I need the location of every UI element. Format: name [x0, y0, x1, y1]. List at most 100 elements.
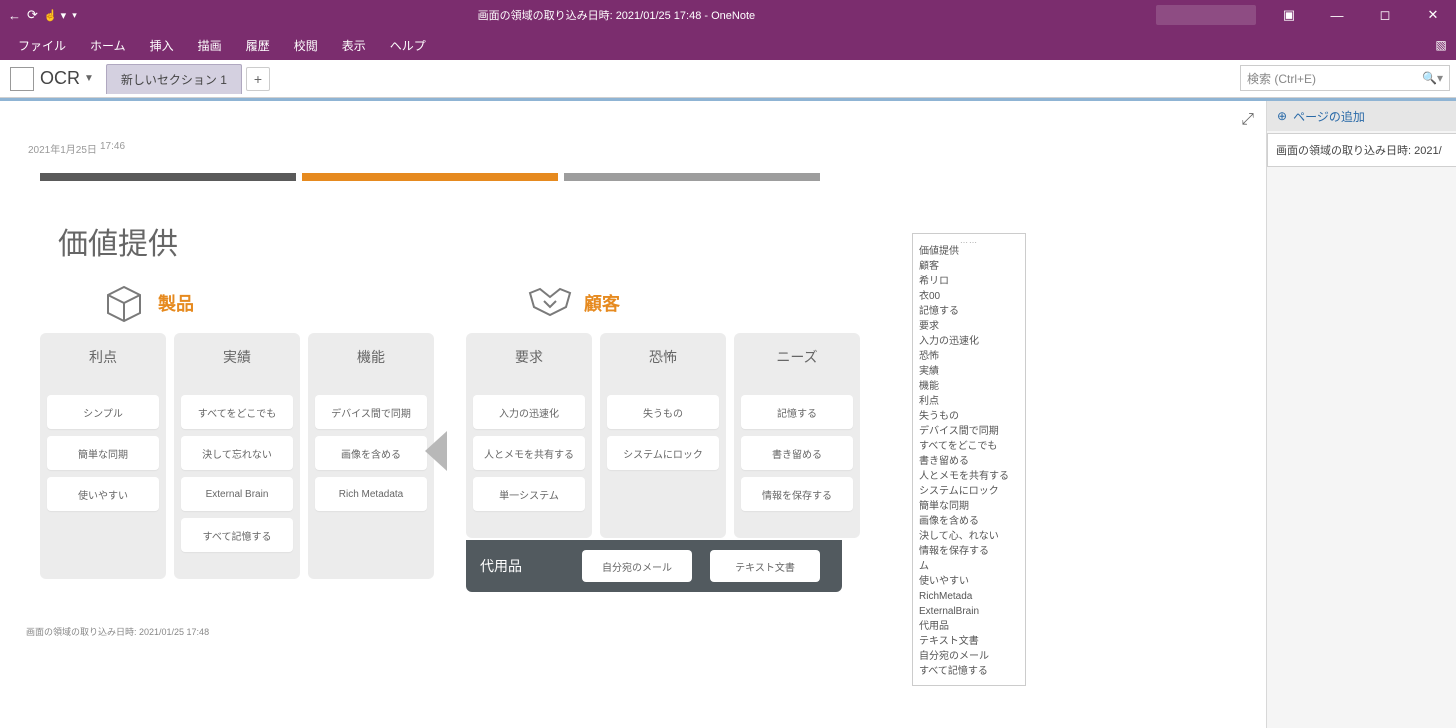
- chip: システムにロック: [607, 436, 719, 470]
- page-list-item[interactable]: 画面の領域の取り込み日時: 2021/: [1267, 133, 1456, 167]
- col-title: ニーズ: [776, 347, 817, 367]
- chip: すべて記憶する: [181, 518, 293, 552]
- search-input[interactable]: 検索 (Ctrl+E) 🔍▾: [1240, 65, 1450, 91]
- ocr-line[interactable]: デバイス間で同期: [919, 424, 1019, 439]
- search-icon: 🔍▾: [1422, 71, 1443, 85]
- chip: シンプル: [47, 395, 159, 429]
- col-achievements: 実績 すべてをどこでも 決して忘れない External Brain すべて記憶…: [174, 333, 300, 579]
- col-title: 実績: [223, 347, 251, 367]
- chip: External Brain: [181, 477, 293, 511]
- ocr-line[interactable]: すべてをどこでも: [919, 439, 1019, 454]
- col-title: 利点: [89, 347, 117, 367]
- close-icon[interactable]: ✕: [1410, 0, 1456, 30]
- ribbon-tab-insert[interactable]: 挿入: [138, 30, 186, 60]
- ocr-line[interactable]: 書き留める: [919, 454, 1019, 469]
- value-prop-title: 価値提供: [58, 219, 820, 263]
- ocr-line[interactable]: 簡単な同期: [919, 499, 1019, 514]
- ocr-line[interactable]: システムにロック: [919, 484, 1019, 499]
- chip: 入力の迅速化: [473, 395, 585, 429]
- ribbon-tab-home[interactable]: ホーム: [78, 30, 138, 60]
- ocr-line[interactable]: 要求: [919, 319, 1019, 334]
- chip: デバイス間で同期: [315, 395, 427, 429]
- clip-image: 価値提供 製品 利点 シンプル 簡単な同期 使いやすい: [40, 173, 820, 592]
- ocr-text-box[interactable]: ⋯⋯ 価値提供顧客希リロ衣00記憶する要求入力の迅速化恐怖実績機能利点失うものデ…: [912, 233, 1026, 686]
- ribbon-display-icon[interactable]: ▣: [1266, 0, 1312, 30]
- page-time: 17:46: [100, 141, 125, 152]
- add-page-button[interactable]: ⊕ ページの追加: [1267, 101, 1456, 131]
- ocr-line[interactable]: 情報を保存する: [919, 544, 1019, 559]
- ribbon-collapse-icon[interactable]: ▧: [1432, 36, 1450, 54]
- col-fears: 恐怖 失うもの システムにロック: [600, 333, 726, 538]
- col-features: 機能 デバイス間で同期 画像を含める Rich Metadata: [308, 333, 434, 579]
- ocr-line[interactable]: 入力の迅速化: [919, 334, 1019, 349]
- ocr-line[interactable]: RichMetada: [919, 589, 1019, 604]
- refresh-icon[interactable]: ⟳: [27, 7, 38, 23]
- ocr-line[interactable]: 実績: [919, 364, 1019, 379]
- section-tab[interactable]: 新しいセクション 1: [106, 64, 242, 94]
- ocr-line[interactable]: テキスト文書: [919, 634, 1019, 649]
- left-arrow-icon: [425, 431, 447, 471]
- ribbon-tab-file[interactable]: ファイル: [6, 30, 78, 60]
- notebook-icon[interactable]: [10, 67, 34, 91]
- substitute-title: 代用品: [480, 556, 522, 576]
- notebook-dropdown-icon[interactable]: ▼: [84, 73, 94, 84]
- ribbon-tab-history[interactable]: 履歴: [234, 30, 282, 60]
- ocr-line[interactable]: 決して心、れない: [919, 529, 1019, 544]
- col-demands: 要求 入力の迅速化 人とメモを共有する 単一システム: [466, 333, 592, 538]
- col-benefits: 利点 シンプル 簡単な同期 使いやすい: [40, 333, 166, 579]
- chip: 決して忘れない: [181, 436, 293, 470]
- box-icon: [100, 281, 148, 325]
- add-section-button[interactable]: +: [246, 67, 270, 91]
- ocr-line[interactable]: 使いやすい: [919, 574, 1019, 589]
- ribbon-tab-view[interactable]: 表示: [330, 30, 378, 60]
- ribbon: ファイル ホーム 挿入 描画 履歴 校閲 表示 ヘルプ ▧: [0, 30, 1456, 60]
- chip: すべてをどこでも: [181, 395, 293, 429]
- col-needs: ニーズ 記憶する 書き留める 情報を保存する: [734, 333, 860, 538]
- ribbon-tab-review[interactable]: 校閲: [282, 30, 330, 60]
- ocr-line[interactable]: 機能: [919, 379, 1019, 394]
- minimize-icon[interactable]: —: [1314, 0, 1360, 30]
- chip: 使いやすい: [47, 477, 159, 511]
- chip: 人とメモを共有する: [473, 436, 585, 470]
- page-panel: ⊕ ページの追加 画面の領域の取り込み日時: 2021/: [1266, 101, 1456, 728]
- ribbon-tab-draw[interactable]: 描画: [186, 30, 234, 60]
- back-icon[interactable]: ←: [8, 8, 21, 23]
- customer-label: 顧客: [584, 290, 620, 316]
- page-date: 2021年1月25日: [28, 141, 97, 156]
- handshake-icon: [526, 281, 574, 325]
- chip: Rich Metadata: [315, 477, 427, 511]
- expand-icon[interactable]: ⤢: [1241, 111, 1254, 129]
- chip: 単一システム: [473, 477, 585, 511]
- maximize-icon[interactable]: ◻: [1362, 0, 1408, 30]
- note-canvas[interactable]: ⤢ 2021年1月25日 17:46 価値提供 製品: [0, 101, 1266, 728]
- ocr-line[interactable]: 衣00: [919, 289, 1019, 304]
- ocr-line[interactable]: 画像を含める: [919, 514, 1019, 529]
- ocr-line[interactable]: 代用品: [919, 619, 1019, 634]
- chip: 画像を含める: [315, 436, 427, 470]
- col-title: 要求: [515, 347, 543, 367]
- sub-chip: 自分宛のメール: [582, 550, 692, 582]
- chip: 失うもの: [607, 395, 719, 429]
- sub-chip: テキスト文書: [710, 550, 820, 582]
- ocr-line[interactable]: ム: [919, 559, 1019, 574]
- bar-orange: [302, 173, 558, 181]
- ocr-line[interactable]: 希リロ: [919, 274, 1019, 289]
- notebook-name[interactable]: OCR: [40, 68, 80, 89]
- ocr-line[interactable]: 記憶する: [919, 304, 1019, 319]
- chip: 書き留める: [741, 436, 853, 470]
- product-label: 製品: [158, 290, 194, 316]
- ocr-line[interactable]: 恐怖: [919, 349, 1019, 364]
- ocr-line[interactable]: ExternalBrain: [919, 604, 1019, 619]
- ribbon-tab-help[interactable]: ヘルプ: [378, 30, 438, 60]
- ocr-line[interactable]: 利点: [919, 394, 1019, 409]
- ocr-line[interactable]: 人とメモを共有する: [919, 469, 1019, 484]
- ocr-line[interactable]: 失うもの: [919, 409, 1019, 424]
- ocr-line[interactable]: 顧客: [919, 259, 1019, 274]
- ocr-line[interactable]: すべて記憶する: [919, 664, 1019, 679]
- ocr-line[interactable]: 自分宛のメール: [919, 649, 1019, 664]
- user-account[interactable]: [1156, 5, 1256, 25]
- touch-icon[interactable]: ☝ ▾: [44, 9, 66, 22]
- plus-icon: ⊕: [1277, 109, 1287, 123]
- substitute-bar: 代用品 自分宛のメール テキスト文書: [466, 540, 842, 592]
- window-title: 画面の領域の取り込み日時: 2021/01/25 17:48 - OneNote: [77, 7, 1156, 23]
